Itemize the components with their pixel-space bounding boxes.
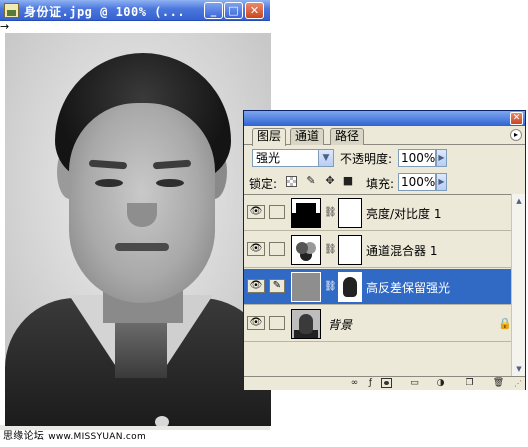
layer-link-box[interactable] [269,316,285,330]
new-layer-icon[interactable]: ❐ [463,378,476,389]
layer-link-box[interactable] [269,205,285,219]
close-button[interactable]: ✕ [245,2,264,19]
canvas-top-strip [0,21,270,33]
layer-list-scrollbar[interactable]: ▲ ▼ [511,194,525,376]
new-group-icon[interactable]: ▭ [408,378,421,389]
layer-thumbnail [291,272,321,302]
lock-transparent-pixels-icon[interactable] [286,176,297,187]
chevron-down-icon[interactable]: ▼ [318,150,333,166]
layer-name: 通道混合器 1 [366,244,438,258]
opacity-label: 不透明度: [340,152,393,166]
lock-image-pixels-icon[interactable]: ✎ [304,174,318,188]
lock-icon: 🔒 [498,317,512,330]
eye-icon[interactable]: 👁 [247,242,265,256]
link-layers-icon[interactable]: ∞ [348,378,361,389]
blend-mode-select[interactable]: 强光 ▼ [252,149,334,167]
panel-bottom-toolbar: ∞ ƒ ▭ ◑ ❐ 🗑 ⋰ [244,376,525,390]
minimize-button[interactable]: _ [204,2,223,19]
image-file-icon [4,3,19,18]
scroll-down-icon[interactable]: ▼ [512,362,526,376]
fill-field[interactable]: 100% [398,173,436,191]
adjustment-thumbnail [291,235,321,265]
layer-name: 背景 [328,318,353,332]
photo-canvas[interactable] [5,33,271,426]
layer-name: 高反差保留强光 [366,281,451,295]
tab-paths[interactable]: 路径 [330,128,365,145]
maximize-button[interactable]: □ [224,2,243,19]
add-mask-icon[interactable] [381,378,392,388]
eye-icon[interactable]: 👁 [247,279,265,293]
lock-all-icon[interactable]: ■ [341,174,355,188]
opacity-field[interactable]: 100% [398,149,436,167]
layer-row[interactable]: 👁 ⛓ 亮度/对比度 1 [244,195,511,231]
delete-layer-icon[interactable]: 🗑 [492,378,505,389]
panel-title-bar[interactable]: ✕ [244,111,525,126]
document-title-bar[interactable]: 身份证.jpg @ 100% (... _ □ ✕ [0,0,270,21]
scroll-up-icon[interactable]: ▲ [512,194,526,208]
watermark-text: 思缘论坛 [3,431,45,442]
layer-row[interactable]: 👁 ⛓ 通道混合器 1 [244,232,511,268]
tab-layers[interactable]: 图层 [252,128,287,146]
layer-mask-thumbnail[interactable] [338,272,362,302]
watermark-url: www.MISSYUAN.com [48,432,147,442]
lock-position-icon[interactable]: ✥ [323,174,337,188]
layer-thumbnail [291,309,321,339]
tab-channels[interactable]: 通道 [290,128,325,145]
layer-style-icon[interactable]: ƒ [364,378,377,389]
layer-row-selected[interactable]: 👁 ✎ ⛓ 高反差保留强光 [244,269,511,305]
panel-menu-button[interactable]: ▸ [510,129,522,141]
resize-grip-icon[interactable]: ⋰ [514,379,522,388]
chain-icon[interactable]: ⛓ [324,207,337,218]
panel-tabs: 图层 通道 路径 [244,126,525,146]
blend-mode-value: 强光 [256,151,281,165]
chain-icon[interactable]: ⛓ [324,244,337,255]
brush-icon[interactable]: ✎ [269,279,285,293]
watermark: 思缘论坛 www.MISSYUAN.com [3,427,146,442]
eye-icon[interactable]: 👁 [247,316,265,330]
panel-close-button[interactable]: ✕ [510,112,523,125]
eye-icon[interactable]: 👁 [247,205,265,219]
lock-label: 锁定: [249,177,278,191]
layers-panel: ✕ 图层 通道 路径 ▸ 强光 ▼ 不透明度: 100% ▶ 锁定: ✎ ✥ ■… [243,110,526,390]
layer-link-box[interactable] [269,242,285,256]
document-title: 身份证.jpg @ 100% (... [24,5,186,19]
opacity-slider-arrow[interactable]: ▶ [436,149,447,167]
adjustment-layer-icon[interactable]: ◑ [434,378,447,389]
adjustment-thumbnail [291,198,321,228]
layer-mask-thumbnail[interactable] [338,198,362,228]
document-window: 身份证.jpg @ 100% (... _ □ ✕ → [0,0,271,430]
fill-slider-arrow[interactable]: ▶ [436,173,447,191]
arrow-icon: → [0,20,10,33]
layer-mask-thumbnail[interactable] [338,235,362,265]
fill-label: 填充: [366,177,395,191]
layer-row[interactable]: 👁 背景 🔒 [244,306,512,342]
chain-icon[interactable]: ⛓ [324,281,337,292]
layer-name: 亮度/对比度 1 [366,207,442,221]
layer-list: 👁 ⛓ 亮度/对比度 1 👁 ⛓ 通道混合器 1 👁 ✎ ⛓ 高反差保留强光 👁… [244,194,512,376]
